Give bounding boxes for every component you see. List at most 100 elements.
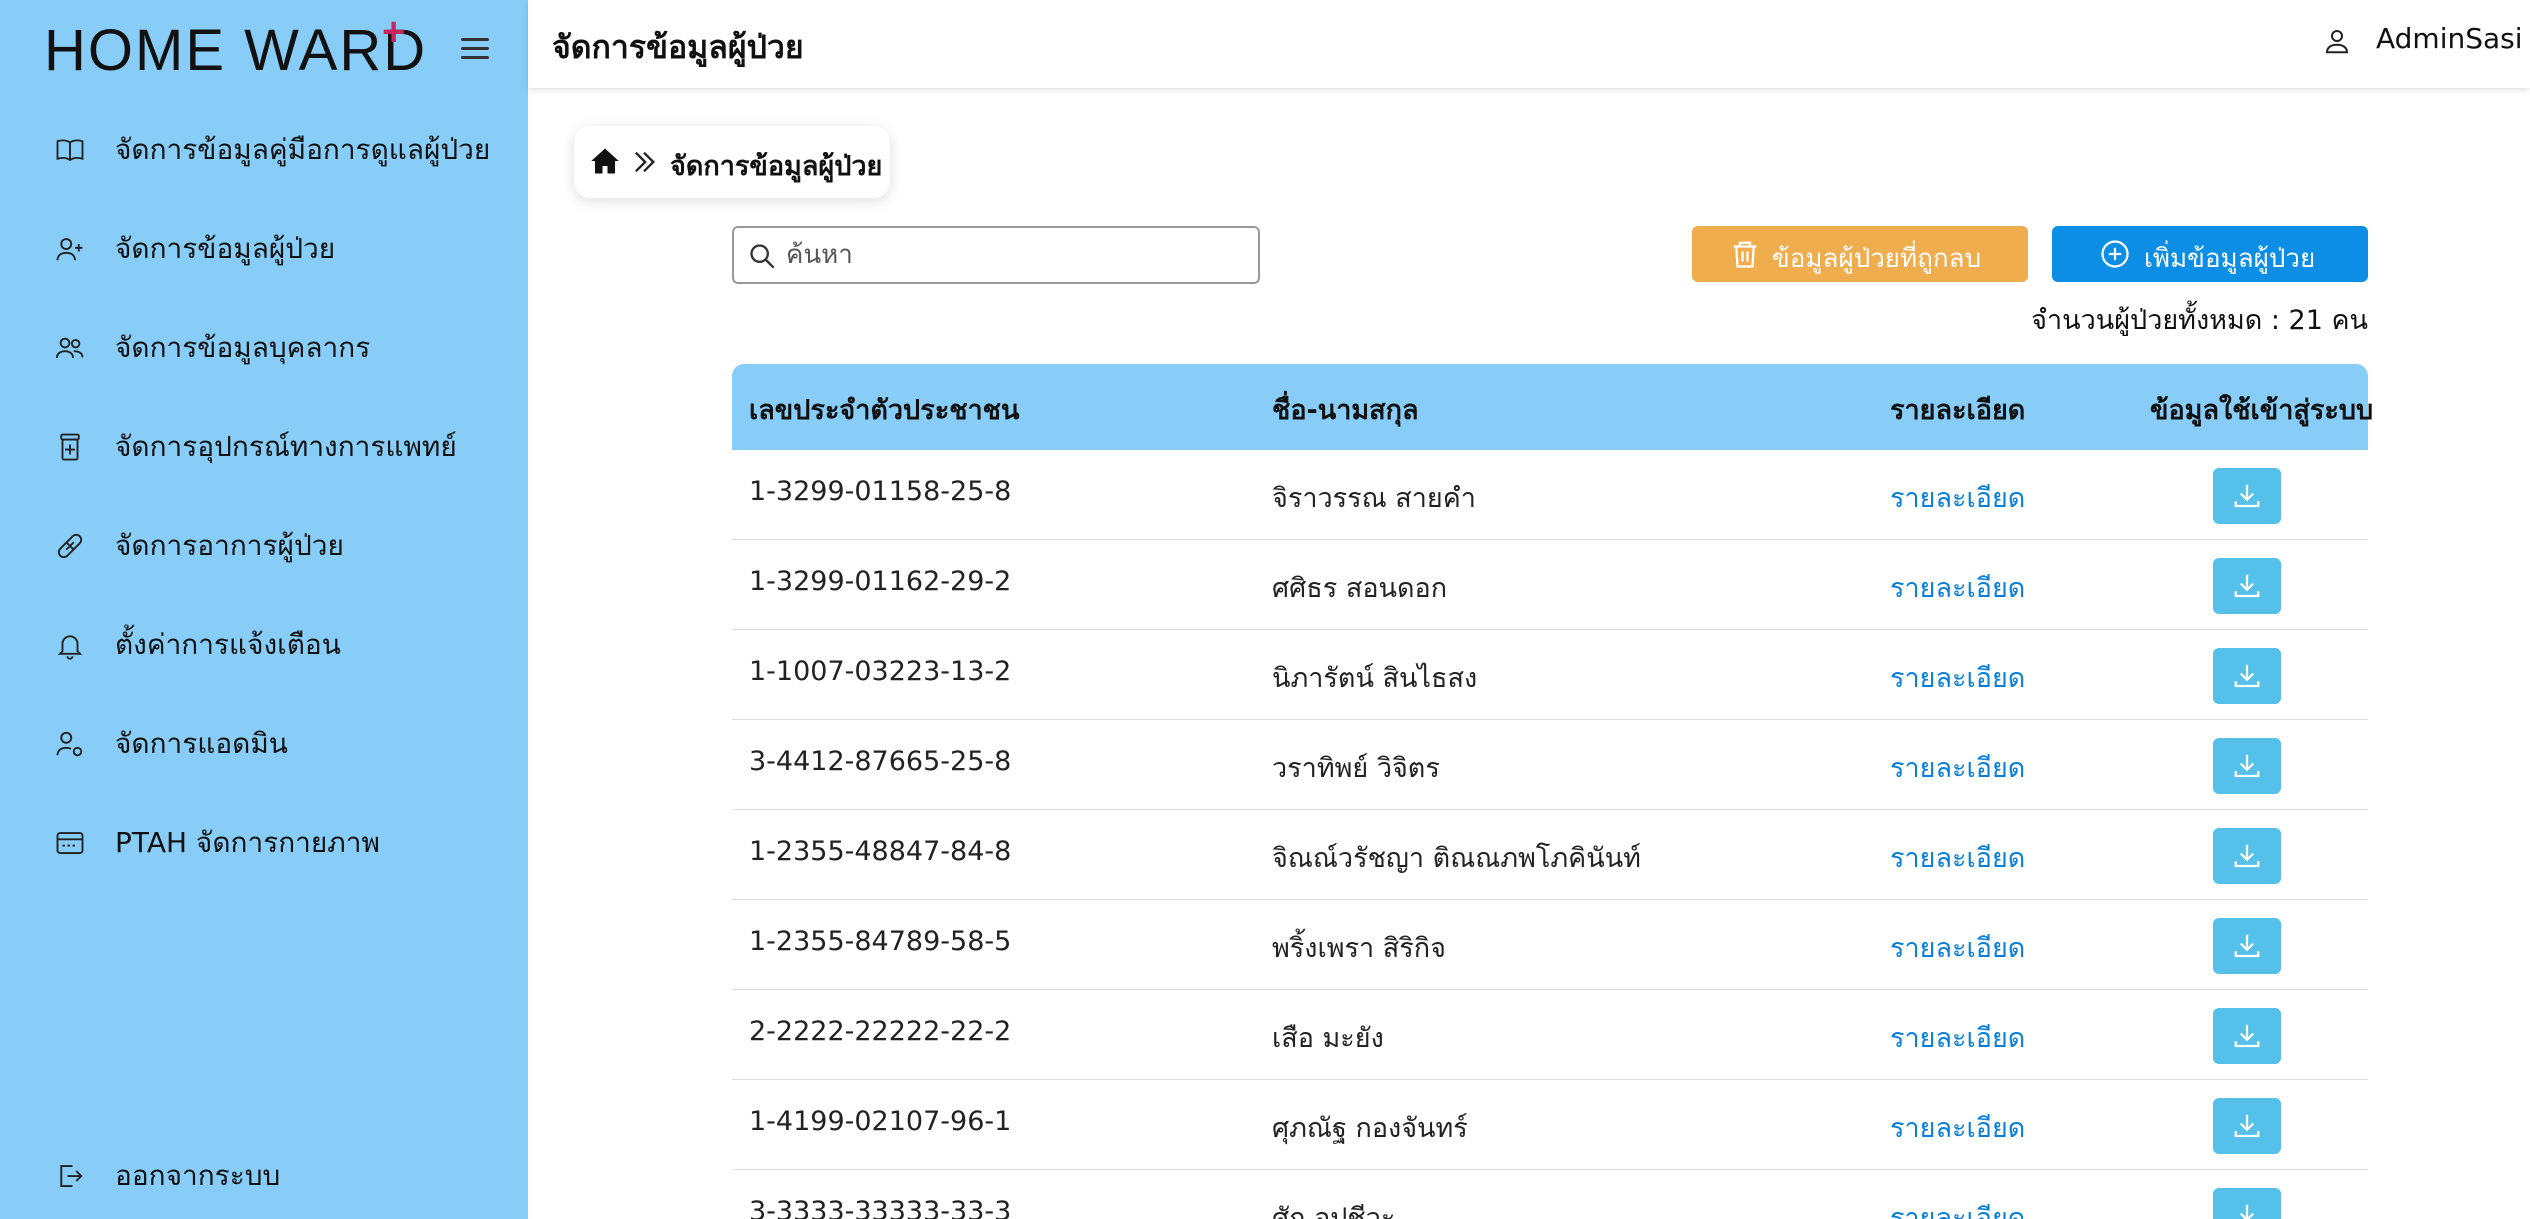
detail-link[interactable]: รายละเอียด <box>1890 1196 2025 1219</box>
deleted-patients-button[interactable]: ข้อมูลผู้ป่วยที่ถูกลบ <box>1692 226 2028 282</box>
cell-id: 2-2222-22222-22-2 <box>749 1016 1012 1047</box>
patients-table: เลขประจำตัวประชาชน ชื่อ-นามสกุล รายละเอี… <box>732 364 2373 1219</box>
person-add-icon <box>54 233 86 265</box>
download-icon <box>2234 1114 2260 1138</box>
logout-icon <box>54 1160 86 1192</box>
download-icon <box>2234 844 2260 868</box>
sidebar-item-symptoms[interactable]: จัดการอาการผู้ป่วย <box>0 506 528 586</box>
detail-link[interactable]: รายละเอียด <box>1890 476 2025 519</box>
user-icon[interactable] <box>2322 26 2352 56</box>
logout-label: ออกจากระบบ <box>115 1159 281 1192</box>
plus-circle-icon <box>2100 239 2130 269</box>
sidebar-item-guides[interactable]: จัดการข้อมูลคู่มือการดูแลผู้ป่วย <box>0 110 528 190</box>
sidebar-item-staff[interactable]: จัดการข้อมูลบุคลากร <box>0 308 528 388</box>
brand-plus-icon: + <box>382 10 406 54</box>
sidebar-item-equipment[interactable]: จัดการอุปกรณ์ทางการแพทย์ <box>0 407 528 487</box>
admin-icon <box>54 728 86 760</box>
sidebar-item-label: จัดการแอดมิน <box>115 727 288 760</box>
search-input[interactable] <box>786 234 1246 276</box>
people-icon <box>54 332 86 364</box>
detail-link[interactable]: รายละเอียด <box>1890 1106 2025 1149</box>
download-icon <box>2234 934 2260 958</box>
cell-id: 1-3299-01162-29-2 <box>749 566 1012 597</box>
sidebar-item-label: จัดการข้อมูลผู้ป่วย <box>115 232 336 265</box>
column-header-login: ข้อมูลใช้เข้าสู่ระบบ <box>2150 395 2374 426</box>
cell-name: จิราวรรณ สายคำ <box>1272 483 1476 514</box>
detail-link[interactable]: รายละเอียด <box>1890 656 2025 699</box>
download-button[interactable] <box>2213 468 2281 524</box>
brand-logo[interactable]: HOME WARD + <box>44 10 428 86</box>
breadcrumb: จัดการข้อมูลผู้ป่วย <box>574 126 890 198</box>
sidebar-item-patients[interactable]: จัดการข้อมูลผู้ป่วย <box>0 209 528 289</box>
double-chevron-right-icon <box>630 148 658 176</box>
breadcrumb-current: จัดการข้อมูลผู้ป่วย <box>670 151 883 182</box>
table-row: 1-2355-84789-58-5 พริ้งเพรา สิริกิจ รายละเ… <box>732 900 2368 990</box>
download-button[interactable] <box>2213 648 2281 704</box>
sidebar-item-notifications[interactable]: ตั้งค่าการแจ้งเตือน <box>0 605 528 685</box>
menu-toggle-icon[interactable] <box>458 34 492 62</box>
download-button[interactable] <box>2213 1098 2281 1154</box>
sidebar-item-label: จัดการอาการผู้ป่วย <box>115 529 344 562</box>
cell-name: จิณณ์วรัชญา ติณณภพโภคินันท์ <box>1272 843 1641 874</box>
download-button[interactable] <box>2213 828 2281 884</box>
bandage-icon <box>54 530 86 562</box>
column-header-id: เลขประจำตัวประชาชน <box>749 395 1020 426</box>
patient-count: จำนวนผู้ป่วยทั้งหมด : 21 คน <box>2031 305 2368 336</box>
add-patient-button[interactable]: เพิ่มข้อมูลผู้ป่วย <box>2052 226 2368 282</box>
detail-link[interactable]: รายละเอียด <box>1890 836 2025 879</box>
detail-link[interactable]: รายละเอียด <box>1890 1016 2025 1059</box>
download-button[interactable] <box>2213 558 2281 614</box>
sidebar-item-label: PTAH จัดการกายภาพ <box>115 826 380 859</box>
trash-icon <box>1730 239 1760 269</box>
table-row: 3-4412-87665-25-8 วราทิพย์ วิจิตร รายละเอี… <box>732 720 2368 810</box>
page-title: จัดการข้อมูลผู้ป่วย <box>552 28 804 66</box>
download-button[interactable] <box>2213 738 2281 794</box>
table-row: 3-3333-33333-33-3 ศัก อุปชีวะ รายละเอียด <box>732 1170 2368 1219</box>
search-icon <box>748 242 776 270</box>
sidebar-item-physio[interactable]: PTAH จัดการกายภาพ <box>0 803 528 883</box>
download-icon <box>2234 484 2260 508</box>
detail-link[interactable]: รายละเอียด <box>1890 926 2025 969</box>
cell-name: เสือ มะยัง <box>1272 1023 1384 1054</box>
detail-link[interactable]: รายละเอียด <box>1890 566 2025 609</box>
cell-name: ศศิธร สอนดอก <box>1272 573 1448 604</box>
cell-id: 3-3333-33333-33-3 <box>749 1196 1012 1219</box>
cell-id: 1-4199-02107-96-1 <box>749 1106 1012 1137</box>
download-button[interactable] <box>2213 918 2281 974</box>
book-icon <box>54 134 86 166</box>
cell-name: พริ้งเพรา สิริกิจ <box>1272 933 1446 964</box>
download-button[interactable] <box>2213 1188 2281 1219</box>
download-icon <box>2234 754 2260 778</box>
top-bar: จัดการข้อมูลผู้ป่วย AdminSasi <box>528 0 2530 88</box>
search-field[interactable] <box>732 226 1260 284</box>
table-row: 1-4199-02107-96-1 ศุภณัฐ กองจันทร์ รายละเอ… <box>732 1080 2368 1170</box>
cell-name: ศัก อุปชีวะ <box>1272 1203 1396 1219</box>
sidebar-item-label: จัดการอุปกรณ์ทางการแพทย์ <box>115 430 457 463</box>
cell-name: วราทิพย์ วิจิตร <box>1272 753 1440 784</box>
download-button[interactable] <box>2213 1008 2281 1064</box>
cell-id: 1-1007-03223-13-2 <box>749 656 1012 687</box>
sidebar: HOME WARD + จัดการข้อมูลคู่มือการดูแลผู้… <box>0 0 528 1219</box>
table-row: 1-2355-48847-84-8 จิณณ์วรัชญา ติณณภพโภคิน… <box>732 810 2368 900</box>
card-icon <box>54 827 86 859</box>
table-body: 1-3299-01158-25-8 จิราวรรณ สายคำ รายละเอีย… <box>732 450 2368 1219</box>
logout-button[interactable]: ออกจากระบบ <box>0 1136 528 1216</box>
download-icon <box>2234 664 2260 688</box>
table-row: 2-2222-22222-22-2 เสือ มะยัง รายละเอียด <box>732 990 2368 1080</box>
cell-id: 1-2355-48847-84-8 <box>749 836 1012 867</box>
download-icon <box>2234 1024 2260 1048</box>
download-icon <box>2239 1204 2255 1219</box>
home-icon[interactable] <box>590 146 622 176</box>
sidebar-item-label: จัดการข้อมูลบุคลากร <box>115 331 371 364</box>
brand-name: HOME WARD <box>44 17 428 83</box>
medicine-icon <box>54 431 86 463</box>
table-row: 1-3299-01162-29-2 ศศิธร สอนดอก รายละเอียด <box>732 540 2368 630</box>
cell-id: 1-2355-84789-58-5 <box>749 926 1012 957</box>
user-name[interactable]: AdminSasi <box>2376 22 2523 55</box>
sidebar-item-label: ตั้งค่าการแจ้งเตือน <box>115 628 341 661</box>
detail-link[interactable]: รายละเอียด <box>1890 746 2025 789</box>
table-header: เลขประจำตัวประชาชน ชื่อ-นามสกุล รายละเอี… <box>732 364 2373 450</box>
cell-name: ศุภณัฐ กองจันทร์ <box>1272 1113 1468 1144</box>
sidebar-item-admins[interactable]: จัดการแอดมิน <box>0 704 528 784</box>
cell-id: 1-3299-01158-25-8 <box>749 476 1012 507</box>
